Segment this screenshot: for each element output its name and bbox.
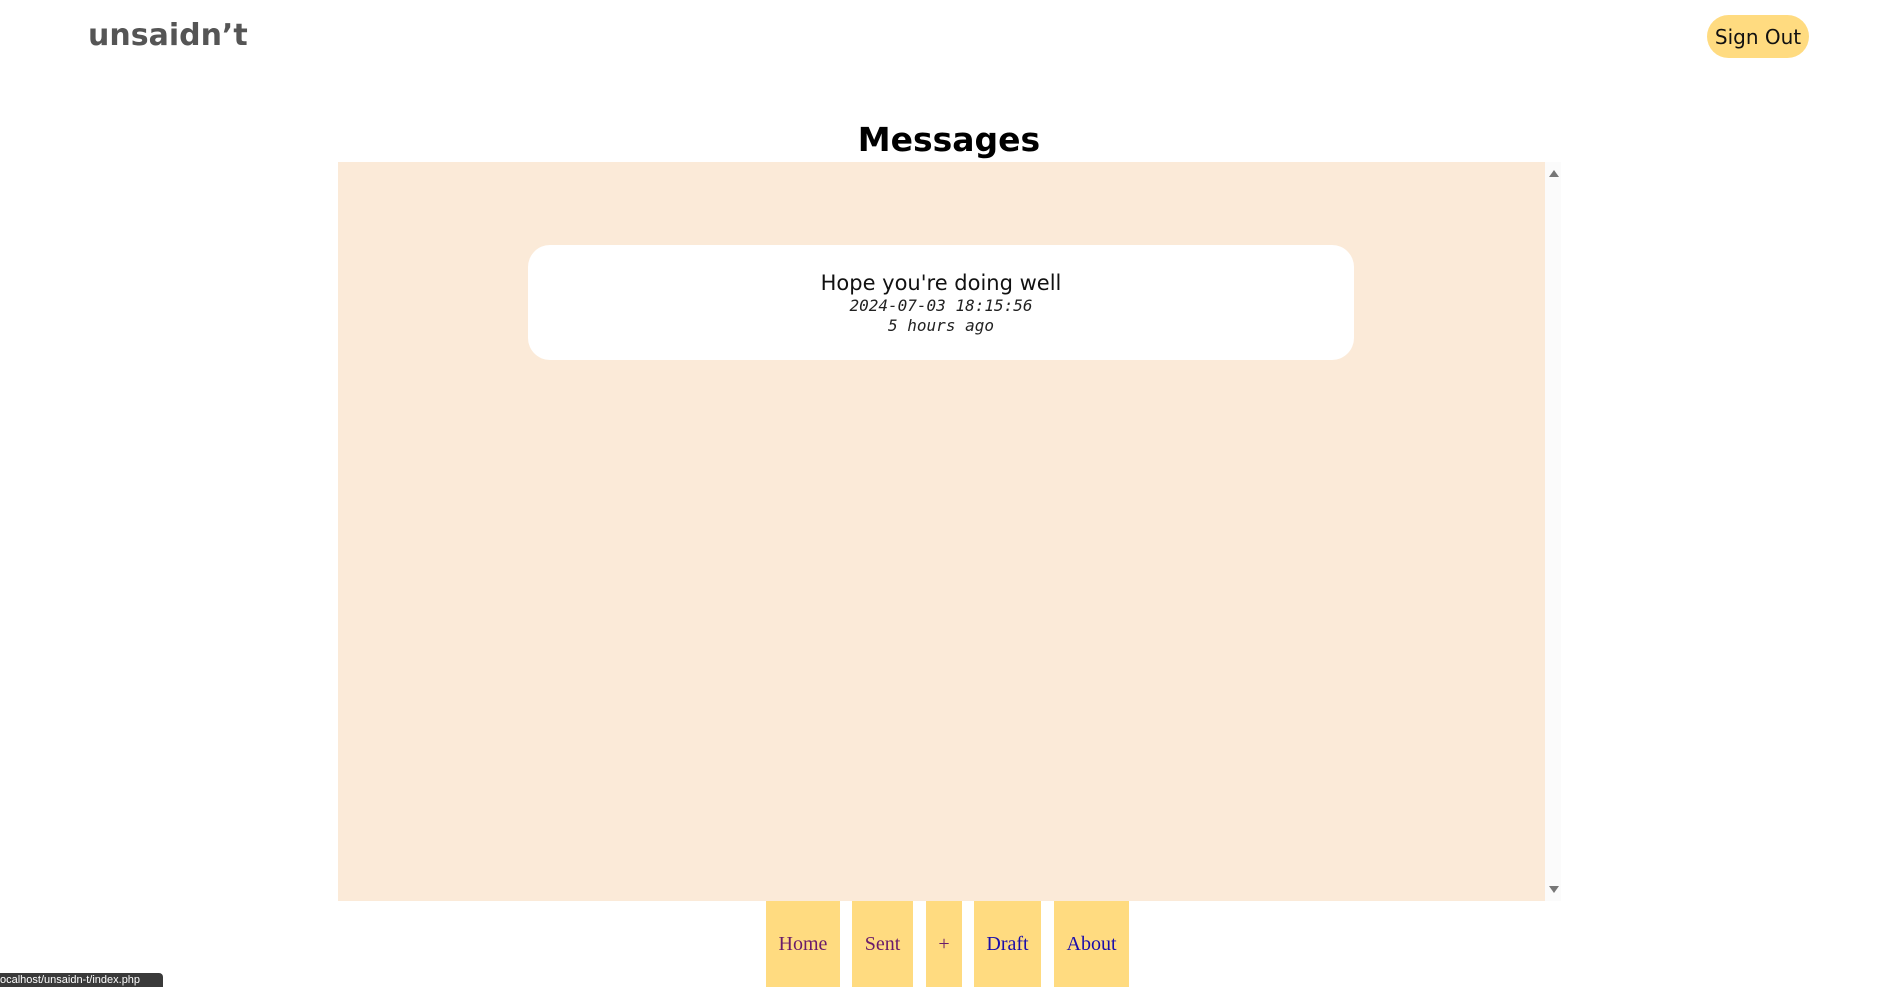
message-title: Hope you're doing well (820, 271, 1062, 295)
page-title: Messages (857, 120, 1041, 159)
scroll-down-arrow-icon[interactable] (1549, 886, 1559, 893)
nav-draft-link[interactable]: Draft (974, 901, 1041, 987)
sign-out-button[interactable]: Sign Out (1707, 15, 1809, 58)
nav-sent-link[interactable]: Sent (852, 901, 913, 987)
messages-panel: Hope you're doing well 2024-07-03 18:15:… (338, 162, 1545, 901)
message-relative-time: 5 hours ago (888, 316, 994, 335)
link-status-bar: ocalhost/unsaidn-t/index.php (0, 973, 163, 987)
nav-home-link[interactable]: Home (766, 901, 840, 987)
message-timestamp: 2024-07-03 18:15:56 (849, 296, 1033, 315)
messages-scrollbar[interactable] (1545, 162, 1561, 901)
nav-about-link[interactable]: About (1054, 901, 1129, 987)
nav-compose-link[interactable]: + (926, 901, 962, 987)
brand-logo[interactable]: unsaidn’t (88, 18, 248, 53)
scroll-up-arrow-icon[interactable] (1549, 170, 1559, 177)
message-card[interactable]: Hope you're doing well 2024-07-03 18:15:… (528, 245, 1354, 360)
